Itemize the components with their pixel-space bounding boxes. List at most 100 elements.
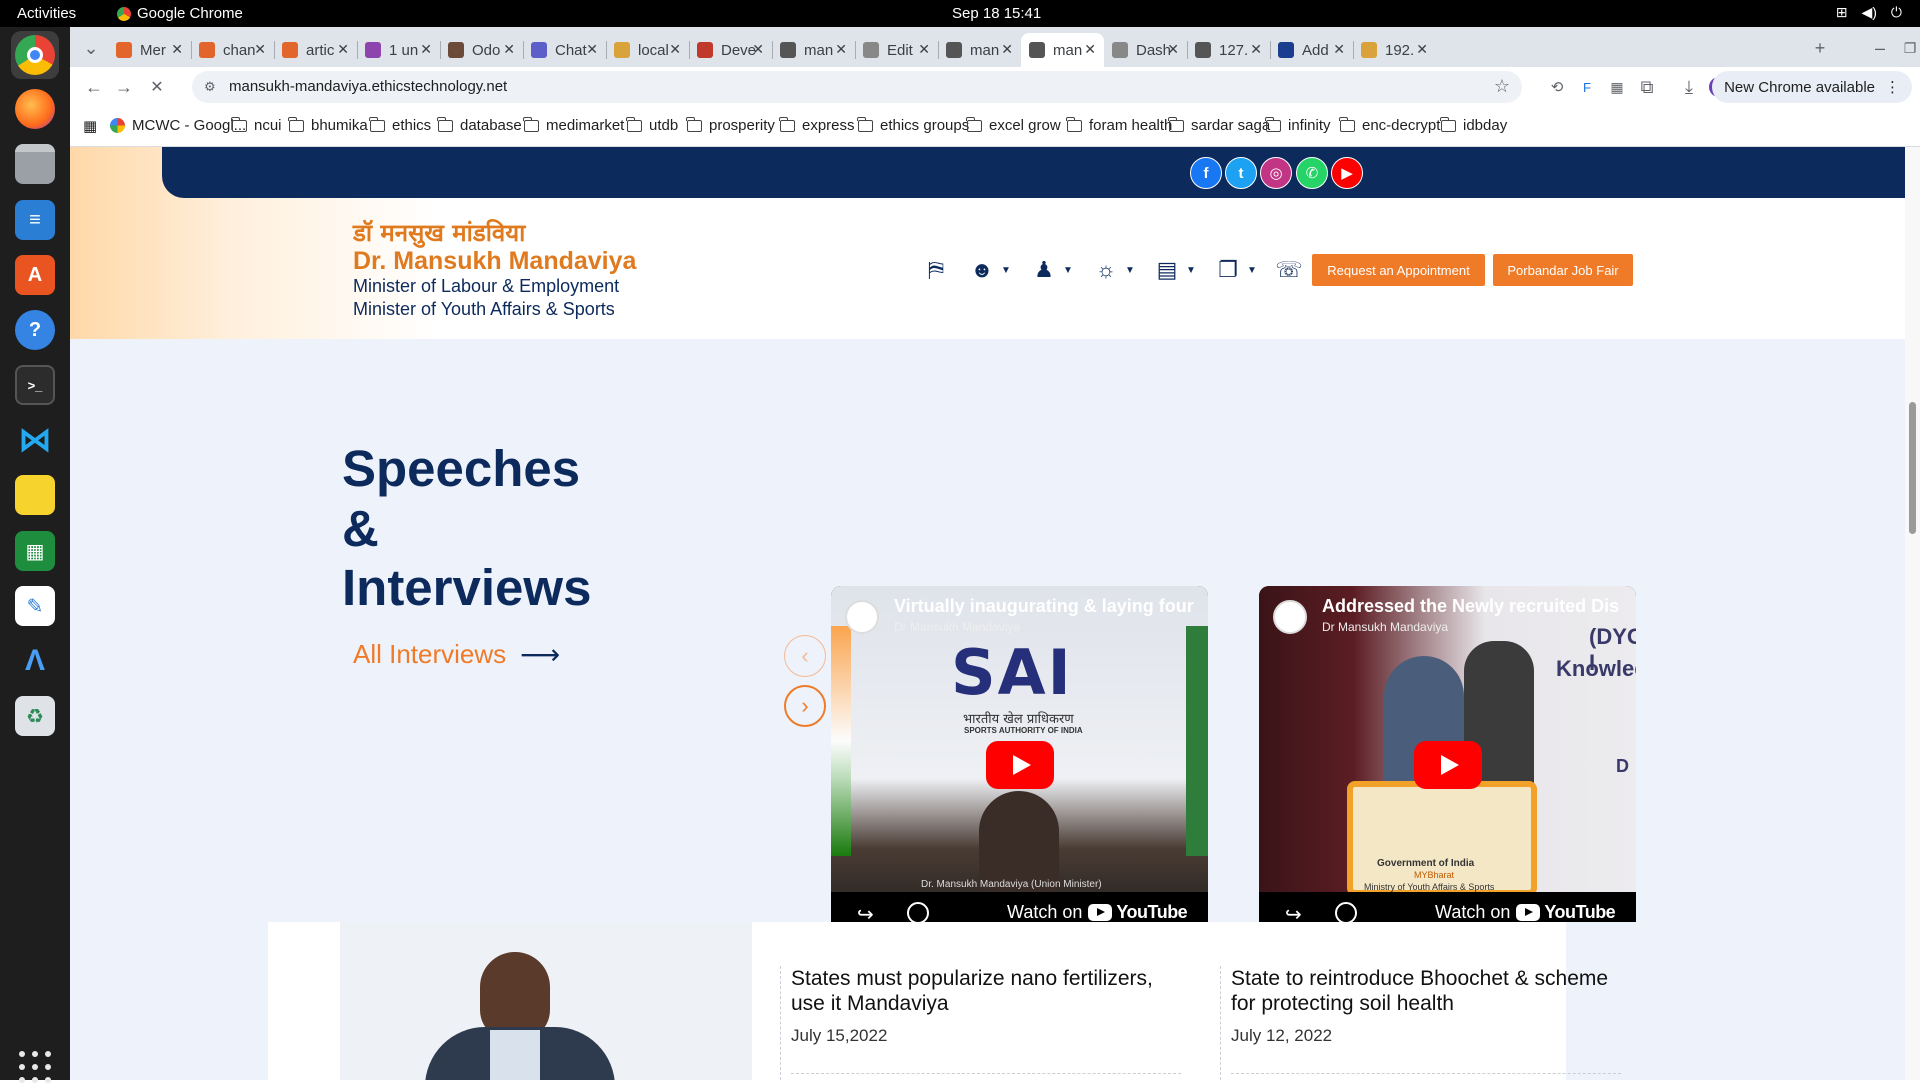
play-button[interactable] [986, 741, 1054, 789]
dock-terminal[interactable]: >_ [11, 361, 59, 409]
video-card[interactable]: SAI भारतीय खेल प्राधिकरण SPORTS AUTHORIT… [831, 586, 1208, 936]
bookmark-item[interactable]: MCWC - Googl... [110, 117, 246, 134]
browser-tab[interactable]: chan ✕ [191, 33, 274, 67]
tab-close-icon[interactable]: ✕ [835, 41, 847, 58]
news-item[interactable]: State to reintroduce Bhoochet & scheme f… [1220, 966, 1621, 1080]
video-title[interactable]: Virtually inaugurating & laying four [894, 596, 1194, 617]
show-apps-button[interactable] [19, 1051, 51, 1083]
scrollbar-thumb[interactable] [1909, 402, 1916, 534]
dock-trash[interactable]: ♻ [11, 692, 59, 740]
page-scrollbar[interactable] [1905, 147, 1920, 1080]
bookmark-star-icon[interactable]: ☆ [1494, 76, 1510, 97]
watch-on-youtube-link[interactable]: Watch on YouTube [1435, 902, 1616, 923]
tab-close-icon[interactable]: ✕ [1001, 41, 1013, 58]
news-title[interactable]: States must popularize nano fertilizers,… [791, 966, 1180, 1016]
browser-tab[interactable]: 192. ✕ [1353, 33, 1436, 67]
browser-tab[interactable]: local ✕ [606, 33, 689, 67]
extension-f-icon[interactable]: F [1575, 75, 1599, 99]
tab-close-icon[interactable]: ✕ [1250, 41, 1262, 58]
browser-tab[interactable]: Edit ✕ [855, 33, 938, 67]
bookmark-item[interactable]: ncui [231, 116, 282, 134]
request-appointment-button[interactable]: Request an Appointment [1312, 254, 1485, 286]
tab-close-icon[interactable]: ✕ [420, 41, 432, 58]
tab-close-icon[interactable]: ✕ [669, 41, 681, 58]
bookmark-item[interactable]: infinity [1265, 116, 1331, 134]
whatsapp-icon[interactable]: ✆ [1296, 157, 1328, 189]
channel-avatar[interactable] [845, 600, 879, 634]
play-button[interactable] [1414, 741, 1482, 789]
bookmark-item[interactable]: idbday [1440, 116, 1507, 134]
tab-close-icon[interactable]: ✕ [586, 41, 598, 58]
site-info-icon[interactable]: ⚙ [204, 79, 216, 95]
nav-gallery-menu[interactable]: ❐ ▼ [1214, 253, 1257, 287]
tab-close-icon[interactable]: ✕ [1416, 41, 1428, 58]
browser-tab[interactable]: artic ✕ [274, 33, 357, 67]
dock-files[interactable] [11, 140, 59, 188]
tab-close-icon[interactable]: ✕ [1333, 41, 1345, 58]
nav-contact[interactable]: ☏ [1275, 253, 1303, 287]
browser-tab[interactable]: 1 un ✕ [357, 33, 440, 67]
bookmark-item[interactable]: express [779, 116, 855, 134]
dock-chrome[interactable] [11, 31, 59, 79]
bookmark-item[interactable]: excel grow [966, 116, 1061, 134]
brand-name[interactable]: Dr. Mansukh Mandaviya [353, 247, 636, 276]
browser-tab[interactable]: Add ✕ [1270, 33, 1353, 67]
browser-tab[interactable]: Mer ✕ [108, 33, 191, 67]
nav-ideas-menu[interactable]: ☼ ▼ [1092, 253, 1135, 287]
browser-tab[interactable]: man ✕ [772, 33, 855, 67]
porbandar-job-fair-button[interactable]: Porbandar Job Fair [1493, 254, 1633, 286]
all-interviews-link[interactable]: All Interviews ⟶ [353, 638, 560, 671]
bookmark-item[interactable]: enc-decrypt [1339, 116, 1440, 134]
tab-close-icon[interactable]: ✕ [918, 41, 930, 58]
browser-tab[interactable]: man ✕ [1021, 33, 1104, 67]
video-title[interactable]: Addressed the Newly recruited Dis [1322, 596, 1622, 617]
minimize-button[interactable]: – [1868, 36, 1892, 60]
back-button[interactable]: ← [82, 75, 106, 99]
video-card[interactable]: (DYO's I Knowledge, D Government of Indi… [1259, 586, 1636, 936]
facebook-icon[interactable]: f [1190, 157, 1222, 189]
tab-close-icon[interactable]: ✕ [752, 41, 764, 58]
nav-people-menu[interactable]: ☻ ▼ [968, 253, 1010, 287]
new-chrome-available-button[interactable]: New Chrome available ⋮ [1712, 71, 1912, 103]
bookmark-item[interactable]: sardar saga [1168, 116, 1270, 134]
tab-close-icon[interactable]: ✕ [337, 41, 349, 58]
news-item[interactable]: States must popularize nano fertilizers,… [780, 966, 1181, 1080]
extension-icon[interactable]: ⟲ [1545, 75, 1569, 99]
browser-tab[interactable]: Dash ✕ [1104, 33, 1187, 67]
browser-tab[interactable]: Deve ✕ [689, 33, 772, 67]
tab-close-icon[interactable]: ✕ [503, 41, 515, 58]
dock-app[interactable]: Λ [11, 637, 59, 685]
dock-help[interactable]: ? [11, 306, 59, 354]
app-menu[interactable]: Google Chrome [117, 5, 243, 22]
browser-tab[interactable]: Chat ✕ [523, 33, 606, 67]
dock-notes[interactable] [11, 471, 59, 519]
bookmark-item[interactable]: prosperity [686, 116, 775, 134]
bookmark-item[interactable]: foram health [1066, 116, 1172, 134]
dock-editor[interactable]: ✎ [11, 582, 59, 630]
tab-close-icon[interactable]: ✕ [171, 41, 183, 58]
maximize-button[interactable]: ❐ [1898, 36, 1920, 60]
clock[interactable]: Sep 18 15:41 [952, 5, 1041, 22]
browser-tab[interactable]: Odo ✕ [440, 33, 523, 67]
dock-appcenter[interactable]: A [11, 251, 59, 299]
channel-avatar[interactable] [1273, 600, 1307, 634]
news-title[interactable]: State to reintroduce Bhoochet & scheme f… [1231, 966, 1620, 1016]
watch-later-icon[interactable] [907, 902, 929, 924]
tab-close-icon[interactable]: ✕ [1167, 41, 1179, 58]
browser-tab[interactable]: man ✕ [938, 33, 1021, 67]
carousel-prev-button[interactable]: ‹ [784, 635, 826, 677]
bookmark-item[interactable]: medimarket [523, 116, 624, 134]
tab-search-icon[interactable]: ⌄ [79, 36, 103, 60]
extension-grid-icon[interactable]: ▦ [1605, 75, 1629, 99]
bookmark-item[interactable]: utdb [626, 116, 678, 134]
address-bar[interactable]: ⚙ mansukh-mandaviya.ethicstechnology.net… [192, 71, 1522, 103]
stop-loading-button[interactable]: ✕ [145, 75, 169, 99]
brand-hindi-name[interactable]: डॉ मनसुख मांडविया [353, 216, 525, 249]
watch-later-icon[interactable] [1335, 902, 1357, 924]
dock-vscode[interactable]: ⋈ [11, 416, 59, 464]
apps-shortcut-icon[interactable]: ▦ [83, 117, 97, 135]
tab-close-icon[interactable]: ✕ [1084, 41, 1096, 58]
activities-button[interactable]: Activities [17, 5, 76, 22]
forward-button[interactable]: → [112, 75, 136, 99]
dock-calc[interactable]: ▦ [11, 527, 59, 575]
